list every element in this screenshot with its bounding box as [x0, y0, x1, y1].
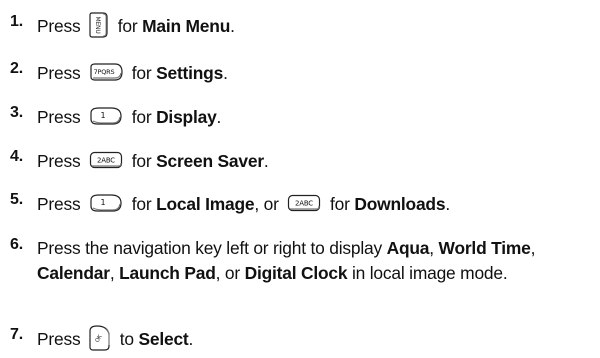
step-text: Press 1 for Local Image, or 2ABC for Dow… — [37, 194, 450, 214]
step-number: 3. — [10, 104, 23, 121]
svg-text:1: 1 — [101, 111, 106, 120]
step-text: Press the navigation key left or right t… — [37, 238, 536, 283]
step-number: 4. — [10, 148, 23, 165]
1-key-icon: 1 — [89, 107, 123, 126]
step-number: 6. — [10, 236, 23, 253]
step-number: 7. — [10, 326, 23, 343]
step-text: Press 2ABC for Screen Saver. — [37, 151, 269, 171]
step-text: Press 7PQRS for Settings. — [37, 63, 228, 83]
7pqrs-key-icon: 7PQRS — [89, 63, 123, 82]
step-number: 2. — [10, 60, 23, 77]
2abc-key-icon: 2ABC — [89, 151, 123, 169]
svg-text:2ABC: 2ABC — [295, 200, 313, 208]
step-number: 1. — [10, 13, 23, 30]
svg-text:7PQRS: 7PQRS — [94, 68, 115, 76]
svg-text:1: 1 — [101, 198, 106, 207]
svg-text:MENU: MENU — [94, 17, 101, 34]
ok-key-icon: OK — [89, 324, 111, 352]
svg-text:2ABC: 2ABC — [97, 157, 115, 165]
1-key-icon: 1 — [89, 194, 123, 213]
step-text: Press OK to Select. — [37, 324, 595, 354]
step-text: Press 1 for Display. — [37, 107, 222, 127]
menu-key-icon: MENU — [89, 11, 109, 39]
step-text: Press MENU for Main Menu. — [37, 11, 595, 41]
2abc-key-icon: 2ABC — [287, 194, 321, 212]
step-number: 5. — [10, 191, 23, 208]
